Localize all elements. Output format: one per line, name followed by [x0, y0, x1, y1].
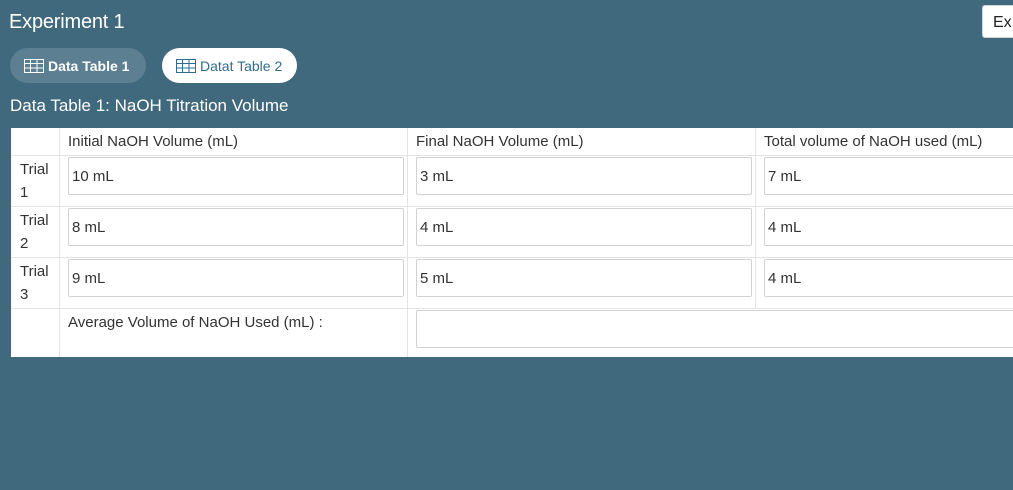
total-volume-input-trial-3[interactable]: 4 mL	[764, 259, 1013, 297]
column-header-total: Total volume of NaOH used (mL)	[756, 128, 1013, 156]
row-label-text: Trial 1	[20, 161, 49, 201]
initial-volume-input-trial-1[interactable]: 10 mL	[68, 157, 404, 195]
row-label-trial-2: Trial 2	[11, 207, 60, 258]
initial-volume-input-trial-2[interactable]: 8 mL	[68, 208, 404, 246]
experiment-title: Experiment 1	[9, 11, 125, 33]
average-empty-cell	[11, 309, 60, 357]
total-volume-input-trial-2[interactable]: 4 mL	[764, 208, 1013, 246]
tab-label: Datat Table 2	[200, 57, 283, 74]
row-label-trial-1: Trial 1	[11, 156, 60, 207]
row-label-trial-3: Trial 3	[11, 258, 60, 309]
table-icon	[24, 58, 44, 73]
average-volume-input[interactable]	[416, 310, 1013, 348]
page: Experiment 1 Ex Data Table 1 Datat Table	[0, 0, 1013, 490]
table-heading: Data Table 1: NaOH Titration Volume	[10, 96, 289, 115]
final-volume-input-trial-2[interactable]: 4 mL	[416, 208, 752, 246]
tab-data-table-2[interactable]: Datat Table 2	[162, 48, 297, 83]
column-header-initial: Initial NaOH Volume (mL)	[60, 128, 408, 156]
total-volume-input-trial-1[interactable]: 7 mL	[764, 157, 1013, 195]
initial-volume-input-trial-3[interactable]: 9 mL	[68, 259, 404, 297]
table-icon	[176, 58, 196, 73]
experiment-action-button[interactable]: Ex	[982, 5, 1013, 38]
tab-label: Data Table 1	[48, 57, 130, 74]
average-label: Average Volume of NaOH Used (mL) :	[68, 314, 323, 331]
final-volume-input-trial-3[interactable]: 5 mL	[416, 259, 752, 297]
final-volume-input-trial-1[interactable]: 3 mL	[416, 157, 752, 195]
tab-data-table-1[interactable]: Data Table 1	[10, 48, 146, 83]
column-header-final: Final NaOH Volume (mL)	[408, 128, 756, 156]
row-label-text: Trial 3	[20, 263, 49, 303]
header-empty-cell	[11, 128, 60, 156]
data-table: Initial NaOH Volume (mL) Final NaOH Volu…	[11, 128, 1013, 357]
row-label-text: Trial 2	[20, 212, 49, 252]
